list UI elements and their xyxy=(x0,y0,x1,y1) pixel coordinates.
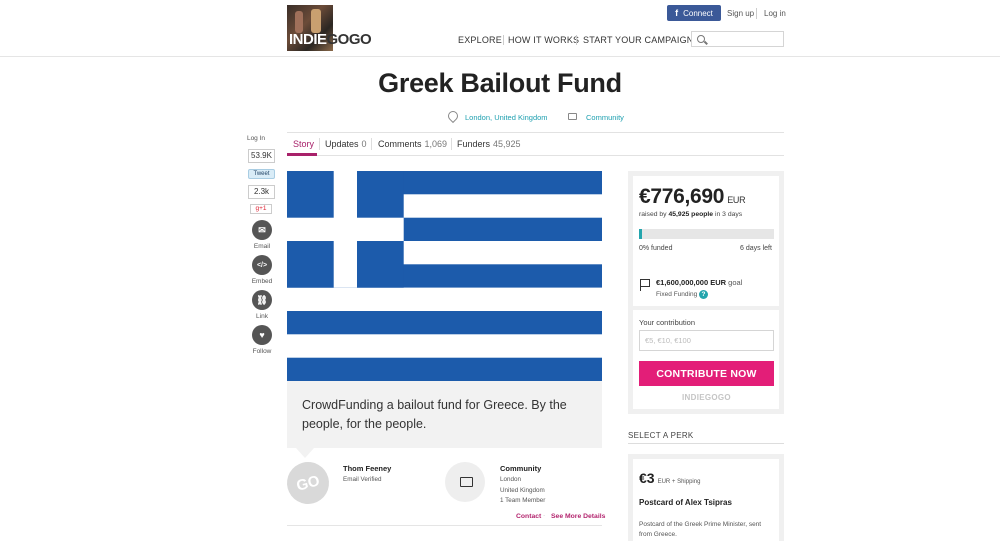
divider xyxy=(451,138,452,150)
divider xyxy=(628,443,784,444)
owner-name[interactable]: Thom Feeney xyxy=(343,464,391,473)
campaign-image-greek-flag xyxy=(287,171,602,381)
search-input[interactable] xyxy=(691,31,784,47)
login-link[interactable]: Log in xyxy=(764,9,786,18)
see-more-details-link[interactable]: See More Details xyxy=(551,513,605,520)
amount-raised: €776,690 EUR xyxy=(639,185,746,208)
category-icon xyxy=(568,113,577,120)
link-button[interactable]: ⛓ xyxy=(252,290,272,310)
tweet-count: 2.3k xyxy=(248,185,275,199)
facebook-share-count: 53.9K xyxy=(248,149,275,163)
nav-start-campaign[interactable]: START YOUR CAMPAIGN xyxy=(583,35,694,45)
raised-by-text: raised by 45,925 people in 3 days xyxy=(639,211,743,218)
community-title: Community xyxy=(500,464,542,473)
embed-label: Embed xyxy=(251,278,273,285)
contact-link[interactable]: Contact xyxy=(516,513,541,520)
divider xyxy=(576,35,577,45)
speech-bubble-tail xyxy=(296,448,314,458)
facebook-connect-label: Connect xyxy=(683,8,713,18)
divider xyxy=(756,8,757,19)
days-left: 6 days left xyxy=(740,245,772,252)
community-icon xyxy=(445,462,485,502)
divider xyxy=(371,138,372,150)
facebook-icon: f xyxy=(675,8,679,18)
divider xyxy=(287,525,602,526)
separator-dot: · xyxy=(543,512,546,519)
funding-goal: €1,600,000,000 EUR goal xyxy=(656,278,743,287)
page-title: Greek Bailout Fund xyxy=(378,68,622,98)
nav-how-it-works[interactable]: HOW IT WORKS xyxy=(508,35,579,45)
embed-button[interactable]: </> xyxy=(252,255,272,275)
owner-avatar[interactable]: GO xyxy=(282,457,334,509)
percent-funded: 0% funded xyxy=(639,245,673,252)
goal-flag-icon xyxy=(640,279,650,291)
contribute-now-button[interactable]: CONTRIBUTE NOW xyxy=(639,361,774,386)
contribution-label: Your contribution xyxy=(639,318,696,327)
chain-link-icon: ⛓ xyxy=(256,294,268,305)
help-icon[interactable]: ? xyxy=(699,290,708,299)
select-perk-heading: SELECT A PERK xyxy=(628,431,694,440)
heart-icon: ♥ xyxy=(259,330,265,340)
campaign-tagline: CrowdFunding a bailout fund for Greece. … xyxy=(287,381,602,448)
tab-story[interactable]: Story xyxy=(293,139,314,149)
facebook-connect-button[interactable]: f Connect xyxy=(667,5,721,21)
team-members: 1 Team Member xyxy=(500,497,546,504)
tweet-button[interactable]: Tweet xyxy=(248,169,275,179)
community-country: United Kingdom xyxy=(500,487,545,494)
owner-verified: Email Verified xyxy=(343,476,382,483)
follow-label: Follow xyxy=(252,348,272,355)
social-login-link[interactable]: Log In xyxy=(236,135,276,142)
site-header: INDIEGOGO f Connect Sign up Log in EXPLO… xyxy=(0,0,1000,57)
divider xyxy=(503,35,504,45)
contribution-amount-input[interactable] xyxy=(639,330,774,351)
campaign-category-link[interactable]: Community xyxy=(586,113,624,122)
email-share-button[interactable]: ✉ xyxy=(252,220,272,240)
perk-title[interactable]: Postcard of Alex Tsipras xyxy=(639,498,732,507)
progress-fill xyxy=(639,229,642,239)
search-icon xyxy=(697,35,705,43)
logo-wordmark: INDIEGOGO xyxy=(289,31,372,48)
follow-button[interactable]: ♥ xyxy=(252,325,272,345)
code-icon: </> xyxy=(256,261,268,269)
campaign-location-link[interactable]: London, United Kingdom xyxy=(465,113,548,122)
campaign-tabs: Story Updates 0 Comments 1,069 Funders 45,9… xyxy=(287,132,784,156)
tab-comments[interactable]: Comments 1,069 xyxy=(378,139,447,149)
location-pin-icon xyxy=(448,111,456,121)
funding-progress-bar xyxy=(639,229,774,239)
indiegogo-logo[interactable]: INDIEGOGO xyxy=(287,5,375,51)
indiegogo-watermark: INDIEGOGO xyxy=(682,393,731,402)
tab-funders[interactable]: Funders 45,925 xyxy=(457,139,521,149)
perk-price: €3 EUR + Shipping xyxy=(639,470,701,486)
google-plus-button[interactable]: g+1 xyxy=(250,204,272,214)
envelope-icon: ✉ xyxy=(258,224,266,235)
email-label: Email xyxy=(253,243,271,250)
link-label: Link xyxy=(256,313,268,320)
perk-description: Postcard of the Greek Prime Minister, se… xyxy=(639,521,762,538)
tab-updates[interactable]: Updates 0 xyxy=(325,139,367,149)
nav-explore[interactable]: EXPLORE xyxy=(458,35,502,45)
funding-type: Fixed Funding xyxy=(656,291,698,298)
community-city: London xyxy=(500,476,522,483)
active-tab-indicator xyxy=(287,153,317,156)
divider xyxy=(319,138,320,150)
signup-link[interactable]: Sign up xyxy=(727,9,754,18)
